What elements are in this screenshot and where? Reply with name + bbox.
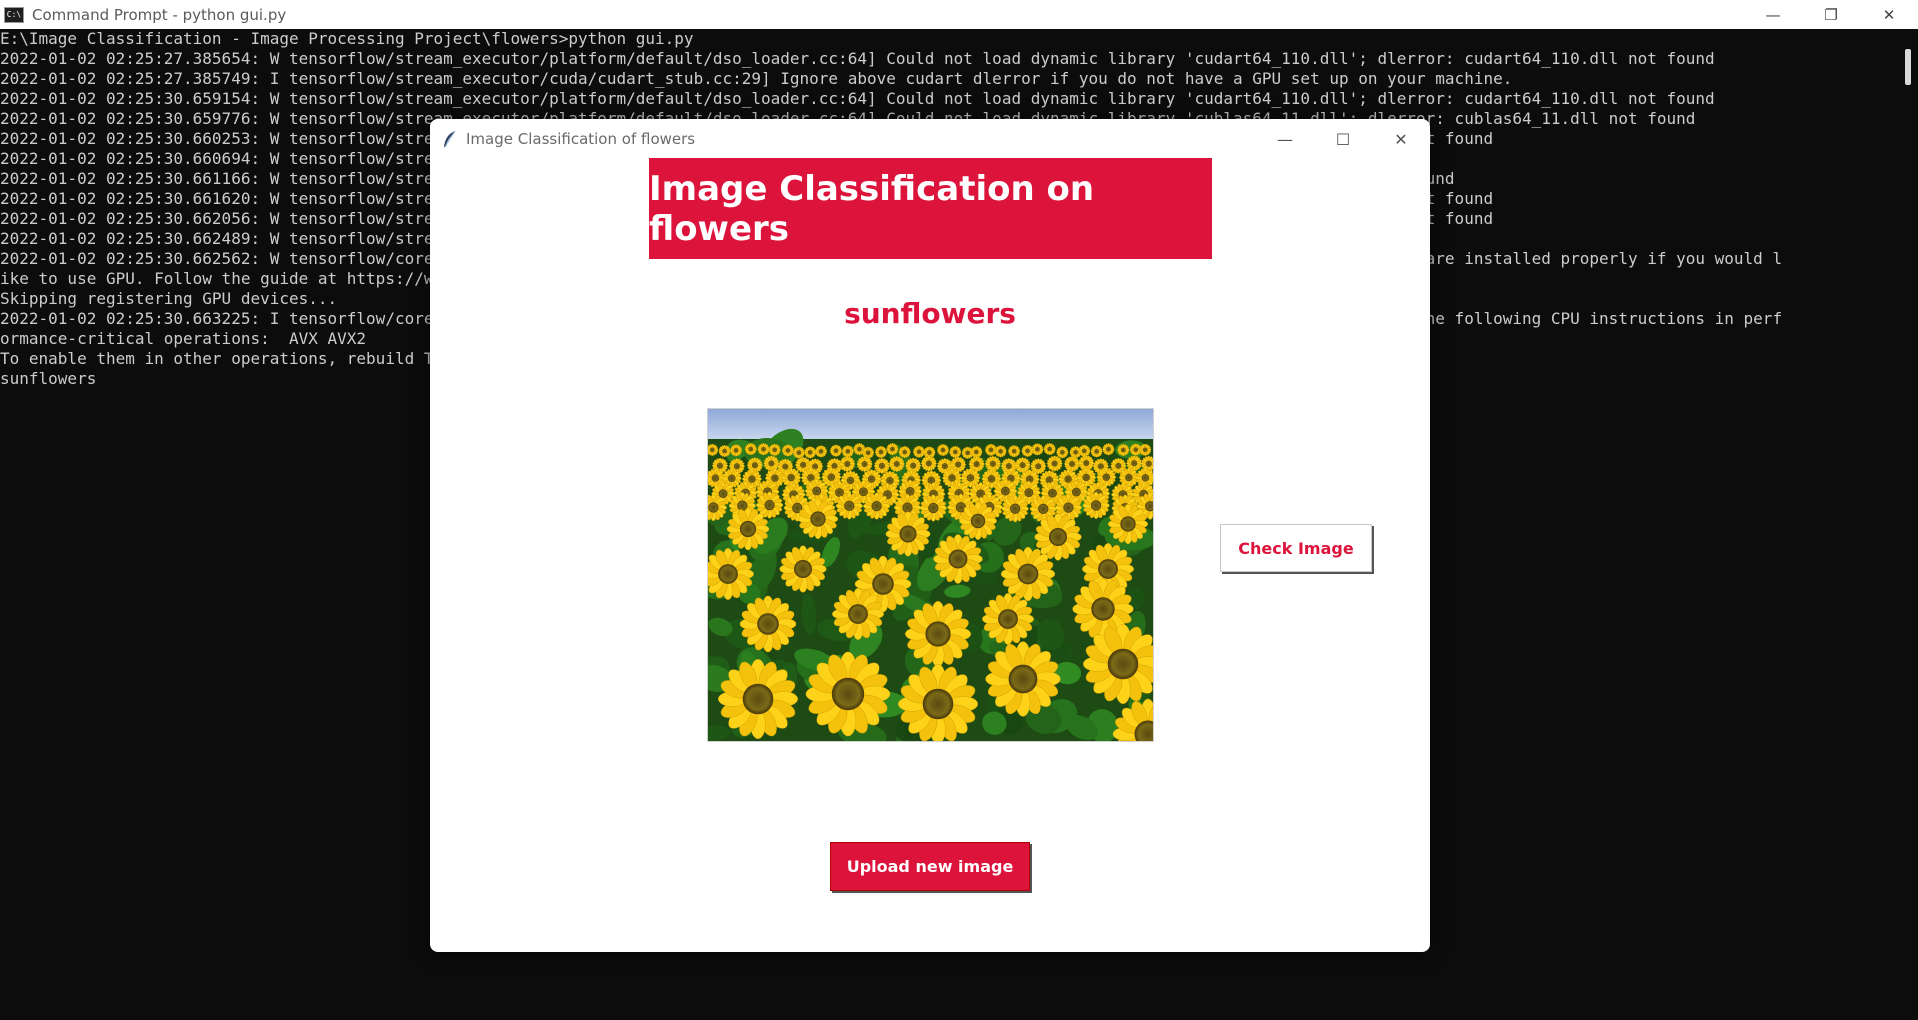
app-window-title: Image Classification of flowers [466,130,696,148]
app-maximize-button[interactable]: ☐ [1314,119,1372,159]
cmd-window-controls: — ❐ ✕ [1744,0,1918,29]
app-titlebar: Image Classification of flowers — ☐ ✕ [430,119,1430,159]
console-line: 2022-01-02 02:25:27.385749: I tensorflow… [0,69,1513,88]
check-image-button[interactable]: Check Image [1220,524,1372,572]
console-scrollbar[interactable] [1898,29,1918,1020]
scrollbar-thumb[interactable] [1905,49,1911,85]
app-close-button[interactable]: ✕ [1372,119,1430,159]
app-window-controls: — ☐ ✕ [1256,119,1430,159]
page-title: Image Classification on flowers [649,158,1212,259]
cmd-titlebar: C:\ Command Prompt - python gui.py — ❐ ✕ [0,0,1918,29]
prediction-label: sunflowers [844,297,1016,330]
feather-icon [444,130,456,148]
sunflower-photo [708,409,1153,741]
uploaded-image [707,408,1154,742]
cmd-window-title: Command Prompt - python gui.py [32,5,287,24]
cmd-app-icon: C:\ [4,6,24,23]
console-line: 2022-01-02 02:25:27.385654: W tensorflow… [0,49,1715,68]
app-minimize-button[interactable]: — [1256,119,1314,159]
image-classification-window: Image Classification of flowers — ☐ ✕ Im… [430,119,1430,952]
cmd-minimize-button[interactable]: — [1744,0,1802,29]
cmd-close-button[interactable]: ✕ [1860,0,1918,29]
cmd-restore-button[interactable]: ❐ [1802,0,1860,29]
console-line: 2022-01-02 02:25:30.659154: W tensorflow… [0,89,1715,108]
console-line: E:\Image Classification - Image Processi… [0,29,694,48]
upload-image-button[interactable]: Upload new image [830,842,1030,891]
